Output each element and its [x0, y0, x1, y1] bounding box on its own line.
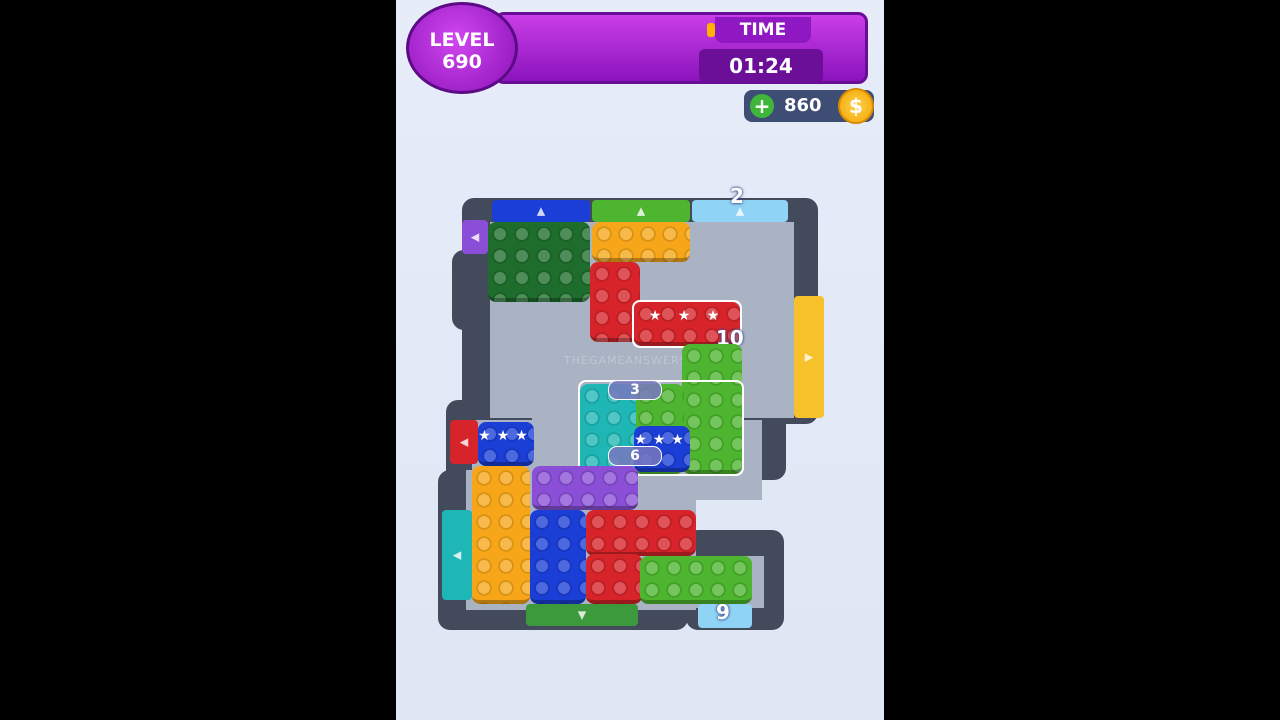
gate-yellow: ▶ — [794, 296, 824, 418]
star-icon: ★★★ — [478, 428, 534, 444]
block-purple[interactable] — [532, 466, 638, 510]
block-red[interactable] — [586, 554, 642, 604]
gate-teal: ◀ — [442, 510, 472, 600]
block-red[interactable] — [586, 510, 696, 556]
coin-counter: + 860 $ — [744, 88, 874, 124]
timer-panel: TIME 01:24 ↻ — [494, 12, 868, 84]
coin-icon: $ — [838, 88, 874, 124]
lamp-icon — [707, 23, 715, 37]
gate-blue: ▲ — [492, 200, 590, 222]
chain-lock: 3 — [608, 380, 662, 400]
time-label: TIME — [715, 17, 811, 43]
level-label: LEVEL — [429, 29, 495, 51]
chain-lock: 6 — [608, 446, 662, 466]
gate-green: ▲ — [592, 200, 690, 222]
block-green[interactable] — [640, 556, 752, 604]
game-screen: TIME 01:24 ↻ LEVEL 690 + 860 $ THEGAMEAN… — [396, 0, 884, 720]
gate-red: ◀ — [450, 420, 478, 464]
level-badge: LEVEL 690 — [406, 2, 518, 94]
gate-counter: 2 — [730, 184, 744, 208]
gate-purple: ◀ — [462, 220, 488, 254]
add-coins-button[interactable]: + — [750, 94, 774, 118]
block-yellow[interactable] — [592, 222, 690, 262]
plus-icon: + — [753, 94, 771, 118]
time-value: 01:24 — [699, 49, 823, 83]
block-blue-starred[interactable]: ★★★ — [478, 422, 534, 466]
level-number: 690 — [442, 51, 482, 73]
block-blue[interactable] — [530, 510, 586, 604]
gate-green-bottom: ▼ — [526, 604, 638, 626]
block-dark-green[interactable] — [488, 222, 590, 302]
block-yellow-tall[interactable] — [472, 466, 530, 604]
watermark: THEGAMEANSWERS — [564, 354, 688, 367]
coin-value: 860 — [784, 95, 822, 116]
